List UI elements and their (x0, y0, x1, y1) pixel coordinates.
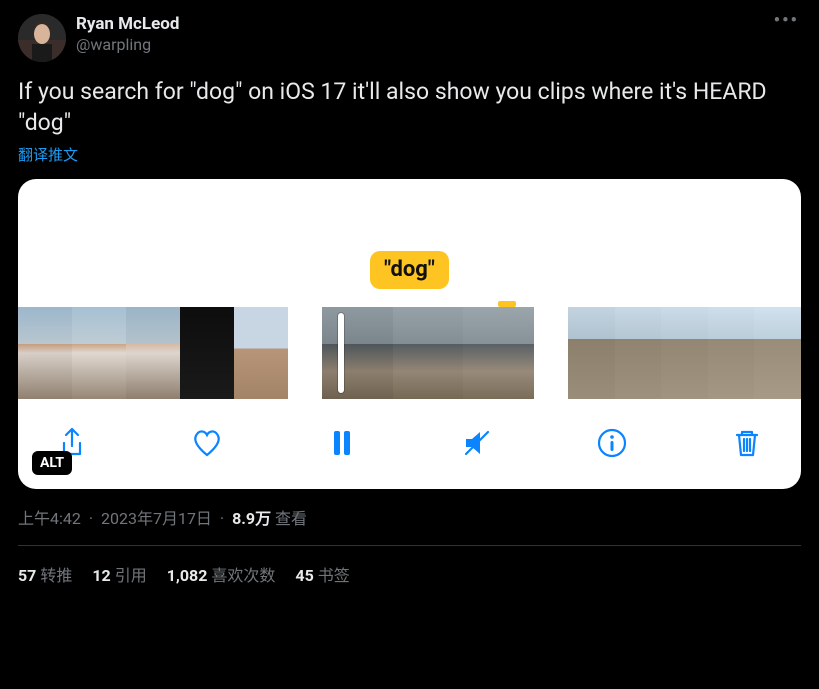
likes-stat[interactable]: 1,082喜欢次数 (167, 562, 276, 586)
info-button[interactable] (594, 425, 630, 461)
pause-button[interactable] (324, 425, 360, 461)
clip-2[interactable] (322, 307, 534, 399)
avatar[interactable] (18, 14, 66, 62)
more-button[interactable]: ••• (772, 14, 801, 29)
media-controls (18, 399, 801, 489)
clip-1[interactable] (18, 307, 288, 399)
view-label: 查看 (275, 509, 307, 528)
user-info: Ryan McLeod @warpling (76, 14, 762, 55)
mute-button[interactable] (459, 425, 495, 461)
tweet-date[interactable]: 2023年7月17日 (101, 509, 212, 528)
caption-bubble: "dog" (370, 251, 449, 289)
translate-link[interactable]: 翻译推文 (18, 144, 801, 165)
view-count: 8.9万 (232, 509, 271, 528)
tweet-text: If you search for "dog" on iOS 17 it'll … (18, 76, 801, 138)
handle[interactable]: @warpling (76, 35, 762, 55)
display-name[interactable]: Ryan McLeod (76, 14, 762, 35)
tweet-time[interactable]: 上午4:42 (18, 509, 81, 528)
retweets-stat[interactable]: 57转推 (18, 562, 72, 586)
bookmarks-stat[interactable]: 45书签 (295, 562, 349, 586)
timeline-thumbnails[interactable] (18, 307, 801, 399)
playhead[interactable] (338, 313, 344, 393)
quotes-stat[interactable]: 12引用 (92, 562, 146, 586)
delete-button[interactable] (729, 425, 765, 461)
caption-bubble-row: "dog" (18, 251, 801, 301)
tweet-container: Ryan McLeod @warpling ••• If you search … (0, 0, 819, 590)
alt-badge[interactable]: ALT (32, 451, 72, 475)
media-inner: "dog" (18, 179, 801, 489)
tweet-header: Ryan McLeod @warpling ••• (18, 14, 801, 62)
like-button[interactable] (189, 425, 225, 461)
clip-3[interactable] (568, 307, 801, 399)
stats-row: 57转推 12引用 1,082喜欢次数 45书签 (18, 546, 801, 590)
meta-row: 上午4:42 · 2023年7月17日 · 8.9万 查看 (18, 505, 801, 529)
media-card[interactable]: "dog" (18, 179, 801, 489)
